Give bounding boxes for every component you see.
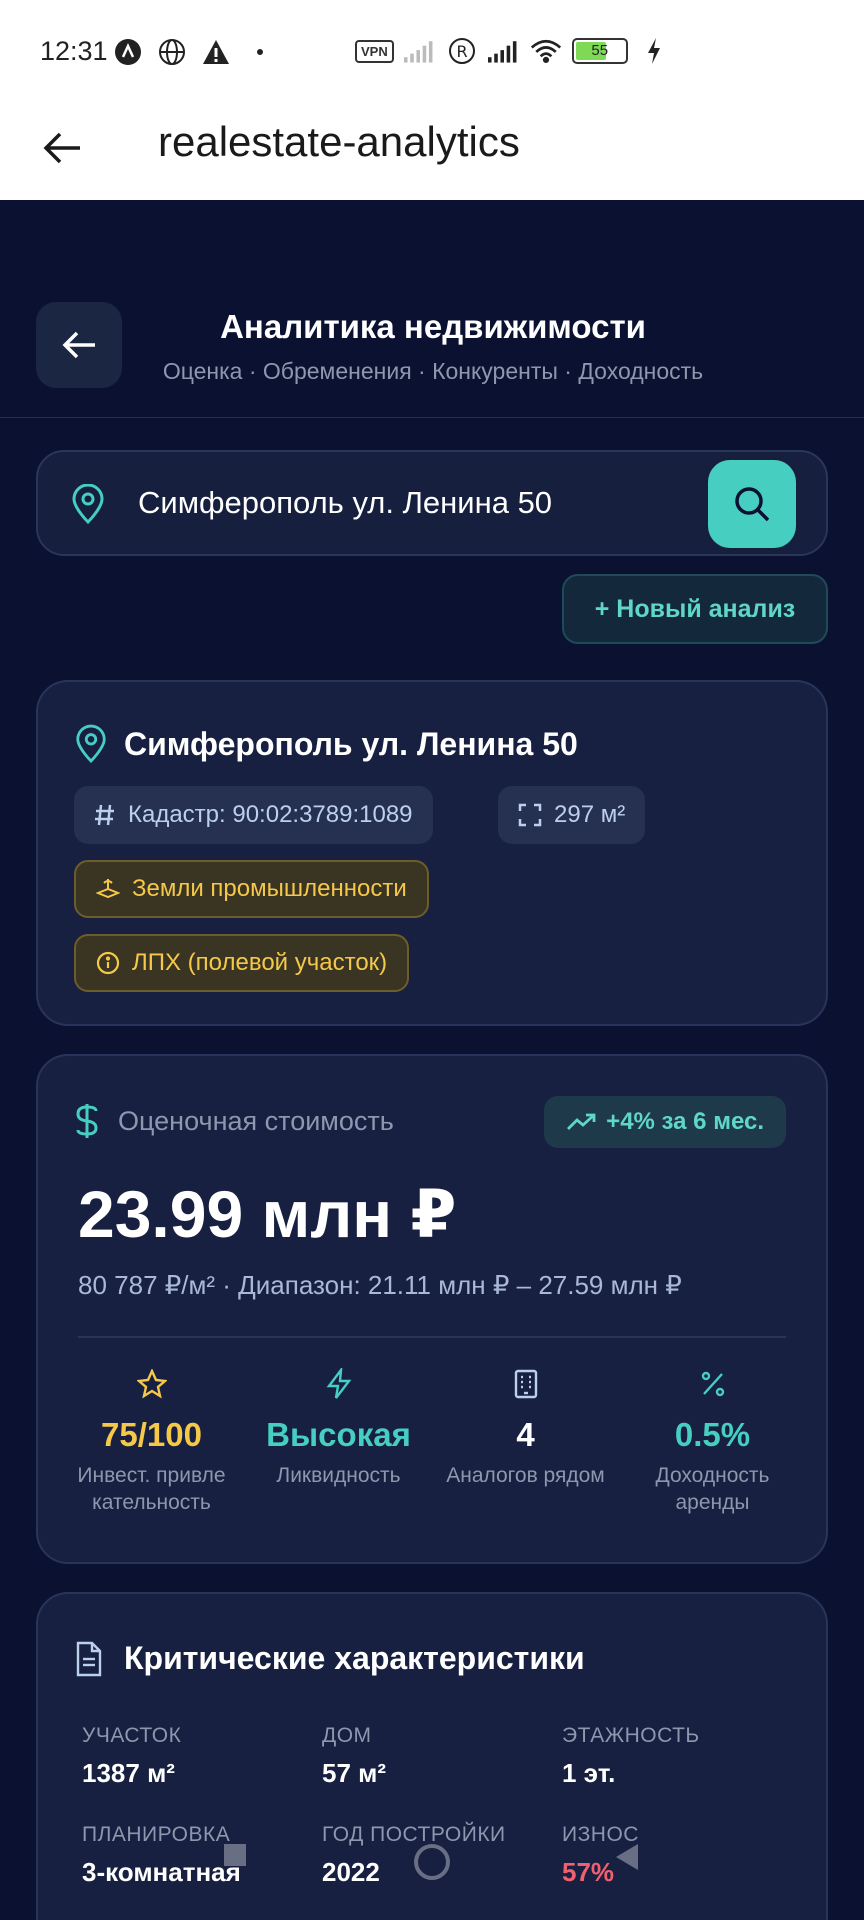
char-label: ПЛАНИРОВКА — [82, 1823, 231, 1846]
char-floors: ЭТАЖНОСТЬ 1 эт. — [562, 1724, 802, 1789]
area-chip: 297 м² — [498, 786, 646, 844]
address-search-input[interactable] — [138, 478, 698, 528]
property-address-row: Симферополь ул. Ленина 50 — [74, 724, 578, 764]
critical-heading-row: Критические характеристики — [74, 1640, 585, 1677]
page-header: Аналитика недвижимости Оценка · Обремене… — [0, 200, 864, 418]
area-text: 297 м² — [554, 801, 626, 828]
metric-value: 4 — [516, 1416, 535, 1453]
header-back-button[interactable] — [36, 302, 122, 388]
char-house: ДОМ 57 м² — [322, 1724, 562, 1789]
trending-up-icon — [567, 1113, 596, 1130]
char-layout: ПЛАНИРОВКА 3-комнатная — [82, 1823, 322, 1888]
price-details: 80 787 ₽/м² · Диапазон: 21.11 млн ₽ – 27… — [78, 1270, 682, 1300]
char-wear: ИЗНОС 57% — [562, 1823, 802, 1888]
battery-icon: 55 — [571, 38, 628, 64]
metric-investment: 75/100 Инвест. привле кательность — [58, 1366, 245, 1516]
building-icon — [513, 1366, 539, 1402]
property-card: Симферополь ул. Ленина 50 Кадастр: 90:02… — [36, 680, 828, 1026]
metric-value: Высокая — [266, 1416, 411, 1453]
status-bar: 12:31 VPN R 55 — [0, 0, 864, 100]
cadastre-text: Кадастр: 90:02:3789:1089 — [128, 801, 413, 828]
arrow-left-icon — [62, 331, 95, 359]
status-icons-right: VPN R 55 — [355, 35, 670, 67]
arrow-left-icon — [43, 132, 80, 164]
search-icon — [735, 487, 770, 522]
app-bar: realestate-analytics — [0, 100, 864, 200]
land-category-text: Земли промышленности — [132, 875, 407, 902]
metric-label: Доходность аренды — [655, 1464, 770, 1514]
expand-icon — [518, 803, 542, 827]
valuation-heading: Оценочная стоимость — [118, 1105, 394, 1136]
divider — [78, 1336, 786, 1338]
status-time: 12:31 — [40, 36, 108, 66]
char-value: 1387 м² — [82, 1758, 175, 1788]
signal-icon-2 — [487, 35, 520, 67]
vpn-badge: VPN — [355, 39, 394, 63]
roaming-icon: R — [446, 35, 478, 67]
status-icons-left — [112, 36, 276, 68]
globe-icon — [156, 36, 188, 68]
app-notification-icon — [112, 36, 144, 68]
lightning-icon — [325, 1366, 353, 1402]
page-subtitle: Оценка · Обременения · Конкуренты · Дохо… — [162, 358, 704, 384]
trend-text: +4% за 6 мес. — [606, 1108, 764, 1135]
back-button[interactable] — [38, 124, 86, 172]
main-content: Аналитика недвижимости Оценка · Обремене… — [0, 200, 864, 1920]
usage-text: ЛПХ (полевой участок) — [132, 949, 388, 976]
usage-chip: ЛПХ (полевой участок) — [74, 934, 410, 992]
star-icon — [136, 1366, 167, 1402]
char-value: 3-комнатная — [82, 1857, 241, 1887]
nav-home-icon[interactable] — [412, 1842, 452, 1882]
search-button[interactable] — [708, 460, 796, 548]
valuation-card: Оценочная стоимость +4% за 6 мес. 23.99 … — [36, 1054, 828, 1564]
metric-value: 75/100 — [101, 1416, 202, 1453]
app-title: realestate-analytics — [158, 118, 520, 165]
dollar-icon — [76, 1104, 98, 1138]
new-analysis-button[interactable]: + Новый анализ — [562, 574, 828, 644]
char-value: 57% — [562, 1857, 615, 1887]
property-address: Симферополь ул. Ленина 50 — [124, 725, 578, 762]
land-category-chip: Земли промышленности — [74, 860, 429, 918]
metric-liquidity: Высокая Ликвидность — [245, 1366, 432, 1516]
char-plot: УЧАСТОК 1387 м² — [82, 1724, 322, 1789]
address-search — [36, 450, 828, 556]
cadastre-chip: Кадастр: 90:02:3789:1089 — [74, 786, 433, 844]
metric-label: Ликвидность — [276, 1464, 401, 1487]
metric-rent-yield: 0.5% Доходность аренды — [619, 1366, 806, 1516]
land-icon — [96, 879, 120, 899]
map-pin-icon — [76, 724, 106, 764]
trend-badge: +4% за 6 мес. — [544, 1096, 786, 1148]
char-value: 1 эт. — [562, 1758, 616, 1788]
percent-icon — [700, 1366, 726, 1402]
char-label: УЧАСТОК — [82, 1724, 182, 1747]
document-icon — [76, 1641, 102, 1676]
signal-icon — [403, 35, 436, 67]
nav-recents-icon[interactable] — [222, 1842, 248, 1868]
metric-label: Инвест. привле кательность — [77, 1464, 226, 1514]
map-pin-icon — [70, 483, 106, 529]
metric-value: 0.5% — [674, 1416, 751, 1453]
svg-text:R: R — [456, 42, 467, 61]
warning-icon — [200, 36, 232, 68]
metric-analogs: 4 Аналогов рядом — [432, 1366, 619, 1516]
char-label: ЭТАЖНОСТЬ — [562, 1724, 700, 1747]
hash-icon — [95, 804, 114, 826]
wifi-icon — [530, 35, 562, 67]
nav-back-icon[interactable] — [612, 1842, 642, 1872]
critical-heading: Критические характеристики — [124, 1640, 585, 1676]
charging-icon — [638, 35, 670, 67]
dot-icon — [244, 36, 276, 68]
page-title: Аналитика недвижимости — [220, 308, 646, 345]
info-icon — [96, 951, 120, 975]
char-label: ИЗНОС — [562, 1823, 639, 1846]
char-label: ДОМ — [322, 1724, 372, 1747]
char-value: 57 м² — [322, 1758, 387, 1788]
valuation-heading-row: Оценочная стоимость — [74, 1102, 394, 1140]
metric-label: Аналогов рядом — [446, 1464, 605, 1487]
estimated-price: 23.99 млн ₽ — [78, 1177, 457, 1251]
metrics-row: 75/100 Инвест. привле кательность Высока… — [58, 1366, 806, 1516]
